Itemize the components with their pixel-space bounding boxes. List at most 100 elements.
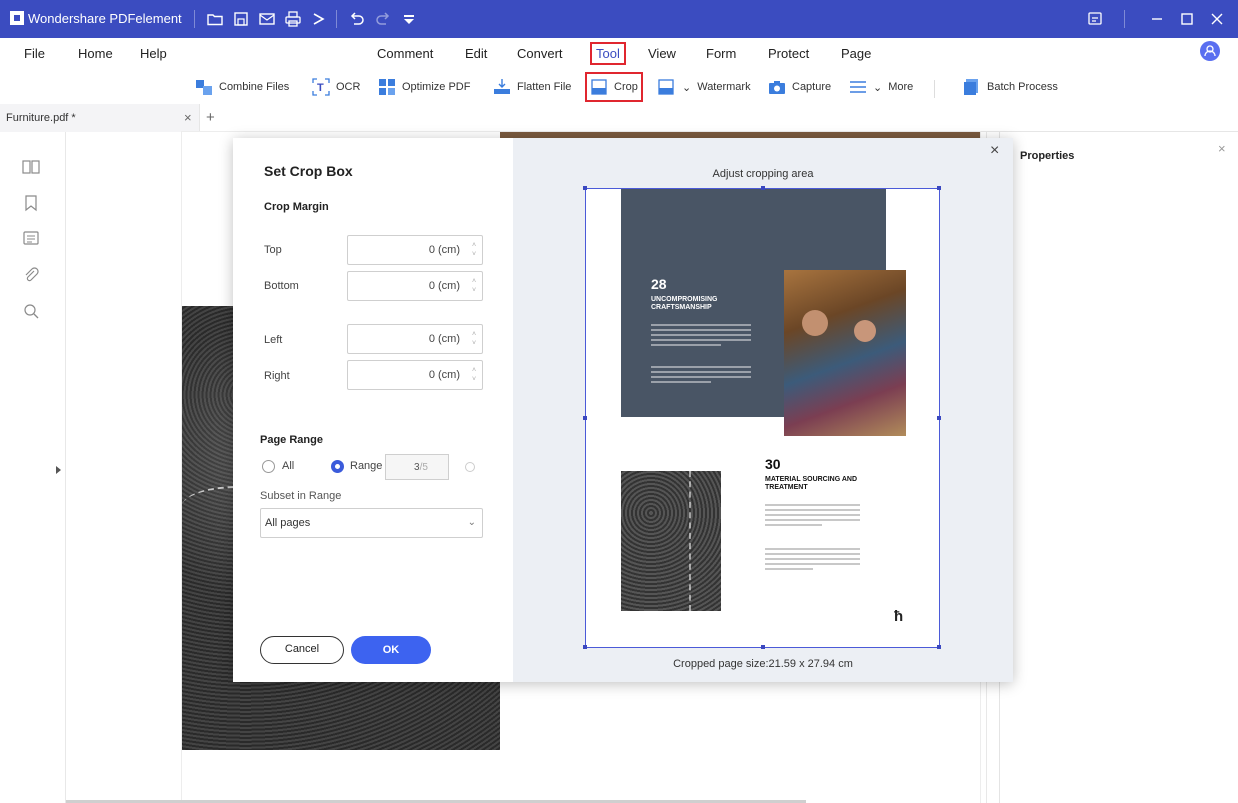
menu-file[interactable]: File xyxy=(24,46,45,61)
crop-handle-left[interactable] xyxy=(583,416,587,420)
user-avatar[interactable] xyxy=(1200,41,1220,61)
document-tab-strip: Furniture.pdf * × + xyxy=(0,104,1238,132)
flatten-file-icon xyxy=(494,79,510,94)
print-icon[interactable] xyxy=(284,10,302,28)
all-pages-radio[interactable] xyxy=(262,460,275,473)
menu-home[interactable]: Home xyxy=(78,46,113,61)
right-label: Right xyxy=(264,370,290,382)
open-folder-icon[interactable] xyxy=(206,10,224,28)
left-margin-input[interactable]: 0 (cm) ˄ ˅ xyxy=(347,324,483,354)
camera-icon xyxy=(769,81,785,94)
capture-button[interactable]: Capture xyxy=(768,77,831,97)
menu-convert[interactable]: Convert xyxy=(517,46,563,61)
mail-icon[interactable] xyxy=(258,10,276,28)
bottom-margin-input[interactable]: 0 (cm) ˄ ˅ xyxy=(347,271,483,301)
thumbnails-icon[interactable] xyxy=(22,158,40,176)
crop-handle-top-right[interactable] xyxy=(937,186,941,190)
title-bar: Wondershare PDFelement xyxy=(0,0,1238,38)
crop-handle-bottom-right[interactable] xyxy=(937,645,941,649)
spin-up-icon[interactable]: ˄ xyxy=(470,366,478,375)
feedback-icon[interactable] xyxy=(1086,10,1104,28)
subset-select[interactable]: All pages ⌄ xyxy=(260,508,483,538)
combine-files-icon xyxy=(196,80,212,95)
maximize-icon[interactable] xyxy=(1178,10,1196,28)
ok-button[interactable]: OK xyxy=(351,636,431,664)
left-margin-spinner[interactable]: ˄ ˅ xyxy=(470,330,478,350)
spin-down-icon[interactable]: ˅ xyxy=(470,286,478,295)
app-title: Wondershare PDFelement xyxy=(28,11,182,26)
menu-page[interactable]: Page xyxy=(841,46,871,61)
attachment-icon[interactable] xyxy=(22,266,40,284)
top-label: Top xyxy=(264,244,282,256)
bottom-margin-spinner[interactable]: ˄ ˅ xyxy=(470,277,478,297)
spin-down-icon[interactable]: ˅ xyxy=(470,250,478,259)
document-tab[interactable]: Furniture.pdf * × xyxy=(0,104,200,132)
properties-close-icon[interactable]: × xyxy=(1218,141,1226,156)
crop-handle-top-left[interactable] xyxy=(583,186,587,190)
batch-process-button[interactable]: Batch Process xyxy=(963,77,1058,97)
range-label[interactable]: Range xyxy=(350,460,382,472)
spin-down-icon[interactable]: ˅ xyxy=(470,375,478,384)
ocr-label: OCR xyxy=(336,81,361,93)
svg-text:T: T xyxy=(317,82,324,94)
redo-icon[interactable] xyxy=(374,10,392,28)
search-icon[interactable] xyxy=(22,302,40,320)
minimize-icon[interactable] xyxy=(1148,10,1166,28)
right-margin-input[interactable]: 0 (cm) ˄ ˅ xyxy=(347,360,483,390)
menu-help[interactable]: Help xyxy=(140,46,167,61)
spin-down-icon[interactable]: ˅ xyxy=(470,339,478,348)
undo-icon[interactable] xyxy=(348,10,366,28)
menu-tool[interactable]: Tool xyxy=(590,42,626,65)
crop-button[interactable]: Crop xyxy=(585,72,643,102)
optimize-pdf-button[interactable]: Optimize PDF xyxy=(378,77,470,97)
crop-handle-bottom-left[interactable] xyxy=(583,645,587,649)
menu-protect[interactable]: Protect xyxy=(768,46,809,61)
more-button[interactable]: ⌄ More xyxy=(849,77,913,97)
combine-files-button[interactable]: Combine Files xyxy=(195,77,289,97)
range-total-pages: /5 xyxy=(419,462,428,473)
spin-up-icon[interactable]: ˄ xyxy=(470,277,478,286)
crop-margin-heading: Crop Margin xyxy=(264,201,329,213)
menu-comment[interactable]: Comment xyxy=(377,46,433,61)
crop-handle-top[interactable] xyxy=(761,186,765,190)
spin-up-icon[interactable]: ˄ xyxy=(470,241,478,250)
menu-form[interactable]: Form xyxy=(706,46,736,61)
range-input[interactable]: 3/5 xyxy=(385,454,449,480)
batch-process-icon xyxy=(964,79,978,95)
customize-dropdown-icon[interactable] xyxy=(400,10,418,28)
all-pages-label[interactable]: All xyxy=(282,460,294,472)
comment-icon[interactable] xyxy=(22,230,40,248)
ocr-button[interactable]: T OCR xyxy=(312,77,360,97)
set-crop-box-dialog: Set Crop Box Crop Margin Top 0 (cm) ˄ ˅ B… xyxy=(233,138,1013,682)
app-logo xyxy=(10,11,24,25)
watermark-button[interactable]: ⌄ Watermark xyxy=(658,77,751,97)
range-info-icon[interactable] xyxy=(465,462,475,472)
crop-preview-pane: Adjust cropping area 28 UNCOMPROMISING C… xyxy=(513,138,1013,682)
expand-sidebar-icon[interactable] xyxy=(56,466,61,474)
crop-handle-bottom[interactable] xyxy=(761,645,765,649)
flatten-file-button[interactable]: Flatten File xyxy=(493,77,571,97)
crop-frame[interactable] xyxy=(583,186,941,649)
crop-handle-right[interactable] xyxy=(937,416,941,420)
share-icon[interactable] xyxy=(310,10,328,28)
top-margin-spinner[interactable]: ˄ ˅ xyxy=(470,241,478,261)
top-margin-input[interactable]: 0 (cm) ˄ ˅ xyxy=(347,235,483,265)
bookmark-icon[interactable] xyxy=(22,194,40,212)
menu-view[interactable]: View xyxy=(648,46,676,61)
range-radio[interactable] xyxy=(331,460,344,473)
watermark-label: Watermark xyxy=(697,81,751,93)
add-tab-icon[interactable]: + xyxy=(206,109,215,126)
cancel-button[interactable]: Cancel xyxy=(260,636,344,664)
dialog-close-icon[interactable]: × xyxy=(990,142,999,160)
properties-title: Properties xyxy=(1020,150,1075,162)
spin-up-icon[interactable]: ˄ xyxy=(470,330,478,339)
tool-ribbon: Combine Files T OCR Optimize PDF Flatten… xyxy=(0,68,1238,104)
menu-edit[interactable]: Edit xyxy=(465,46,487,61)
close-icon[interactable] xyxy=(1208,10,1226,28)
right-margin-spinner[interactable]: ˄ ˅ xyxy=(470,366,478,386)
tab-close-icon[interactable]: × xyxy=(184,110,192,125)
save-icon[interactable] xyxy=(232,10,250,28)
range-value: 3/5 xyxy=(414,462,428,473)
ocr-icon: T xyxy=(312,78,330,96)
user-icon xyxy=(1204,45,1216,57)
